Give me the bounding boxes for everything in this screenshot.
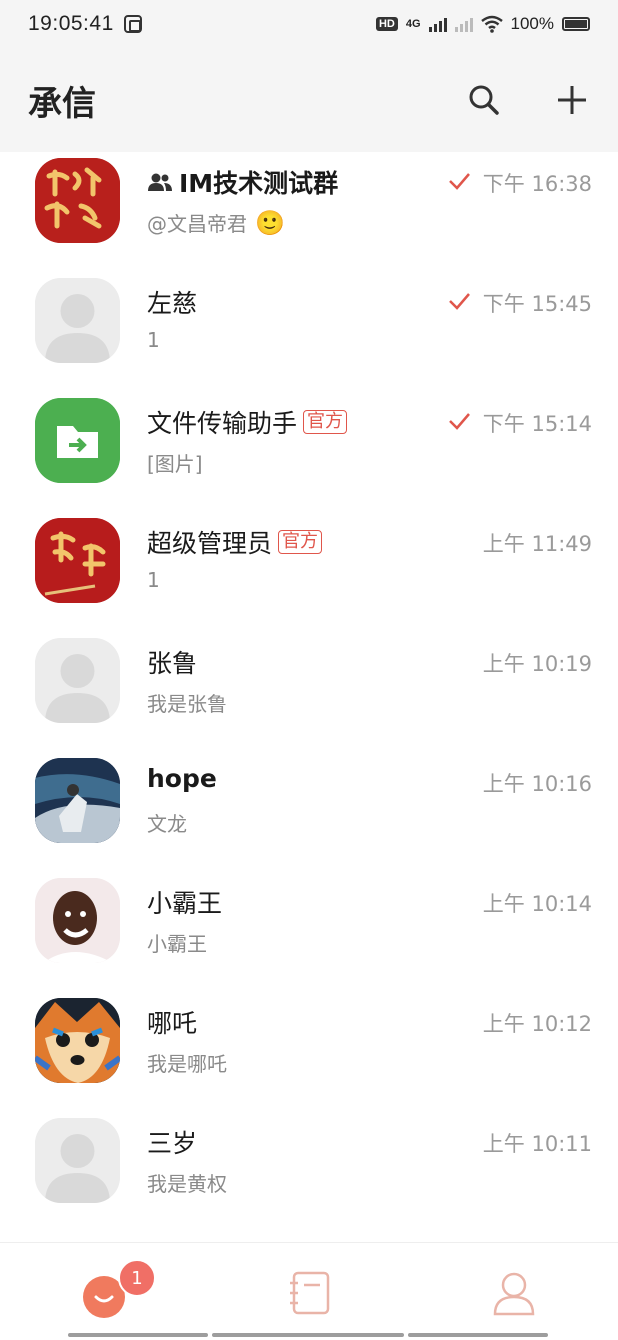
conversation-time: 下午 15:14 — [482, 412, 592, 436]
bottom-tab-bar: 1 — [0, 1242, 618, 1340]
conversation-name: 张鲁 — [147, 649, 198, 678]
search-icon — [469, 85, 499, 115]
contacts-tab[interactable] — [286, 1269, 334, 1317]
conversation-name: 左慈 — [147, 289, 198, 318]
wifi-icon — [480, 15, 503, 33]
conversation-time: 上午 11:49 — [482, 532, 592, 556]
avatar — [35, 998, 120, 1083]
status-icons: HD 4G 100% — [375, 14, 590, 34]
app-header: 承信 — [0, 48, 618, 152]
official-tag: 官方 — [303, 410, 348, 434]
status-bar: 19:05:41 HD 4G 100% — [0, 0, 618, 48]
user-icon — [493, 1272, 535, 1316]
avatar — [35, 278, 120, 363]
conversation-item[interactable]: 三岁 我是黄权 上午 10:11 — [0, 1112, 618, 1232]
conversation-preview: 1 — [147, 568, 160, 592]
conversation-name: IM技术测试群 — [179, 169, 339, 198]
conversation-item[interactable]: 超级管理员 官方 1 上午 11:49 — [0, 512, 618, 632]
sent-check-icon — [449, 293, 470, 310]
conversation-time: 上午 10:19 — [482, 652, 592, 676]
conversation-item[interactable]: 张鲁 我是张鲁 上午 10:19 — [0, 632, 618, 752]
emoji-smile-icon: 🙂 — [255, 208, 285, 237]
avatar — [35, 638, 120, 723]
conversation-item[interactable]: 左慈 1 下午 15:45 — [0, 272, 618, 392]
conversation-name: hope — [147, 764, 217, 793]
conversation-item[interactable]: 哪吒 我是哪吒 上午 10:12 — [0, 992, 618, 1112]
sent-check-icon — [449, 173, 470, 190]
conversation-list: IM技术测试群 @文昌帝君 🙂 下午 16:38 左慈 1 下午 15:45 文… — [0, 152, 618, 1232]
conversation-preview: 文龙 — [147, 812, 187, 836]
avatar — [35, 878, 120, 963]
avatar — [35, 758, 120, 843]
conversation-name: 小霸王 — [147, 889, 223, 918]
conversation-preview: 我是黄权 — [147, 1172, 227, 1196]
conversation-item[interactable]: 文件传输助手 官方 [图片] 下午 15:14 — [0, 392, 618, 512]
avatar — [35, 158, 120, 243]
avatar — [35, 1118, 120, 1203]
conversation-preview: @文昌帝君 — [147, 212, 247, 236]
conversation-time: 上午 10:14 — [482, 892, 592, 916]
battery-percent: 100% — [510, 14, 554, 33]
conversation-name: 哪吒 — [147, 1009, 198, 1038]
signal-2-icon — [454, 16, 473, 32]
plus-icon — [558, 86, 586, 114]
conversation-time: 下午 15:45 — [482, 292, 592, 316]
conversation-name: 超级管理员 — [147, 529, 273, 558]
hd-badge: HD — [375, 17, 398, 31]
conversation-preview: 1 — [147, 328, 160, 352]
group-icon — [148, 173, 172, 191]
conversation-preview: [图片] — [147, 452, 203, 476]
profile-tab[interactable] — [490, 1269, 538, 1317]
conversation-time: 上午 10:16 — [482, 772, 592, 796]
official-tag: 官方 — [278, 530, 323, 554]
avatar — [35, 518, 120, 603]
screenshot-icon — [123, 15, 142, 33]
unread-badge: 1 — [118, 1259, 156, 1297]
conversation-preview: 小霸王 — [147, 932, 207, 956]
nav-bar-segment — [68, 1333, 208, 1337]
sent-check-icon — [449, 413, 470, 430]
avatar — [35, 398, 120, 483]
conversation-preview: 我是哪吒 — [147, 1052, 227, 1076]
signal-icon — [428, 16, 447, 32]
conversation-name: 三岁 — [147, 1129, 198, 1158]
conversation-preview: 我是张鲁 — [147, 692, 227, 716]
add-button[interactable] — [554, 82, 590, 118]
conversation-item[interactable]: 小霸王 小霸王 上午 10:14 — [0, 872, 618, 992]
page-title: 承信 — [28, 83, 96, 124]
nav-bar-segment — [212, 1333, 404, 1337]
nav-bar-segment — [408, 1333, 548, 1337]
search-button[interactable] — [466, 82, 502, 118]
network-label: 4G — [405, 18, 421, 30]
contacts-book-icon — [290, 1271, 330, 1315]
conversation-item[interactable]: IM技术测试群 @文昌帝君 🙂 下午 16:38 — [0, 152, 618, 272]
conversation-name: 文件传输助手 — [147, 409, 298, 438]
conversation-time: 下午 16:38 — [482, 172, 592, 196]
battery-icon — [562, 17, 590, 31]
conversation-time: 上午 10:11 — [482, 1132, 592, 1156]
status-time: 19:05:41 — [28, 12, 114, 35]
conversation-item[interactable]: hope 文龙 上午 10:16 — [0, 752, 618, 872]
conversation-time: 上午 10:12 — [482, 1012, 592, 1036]
